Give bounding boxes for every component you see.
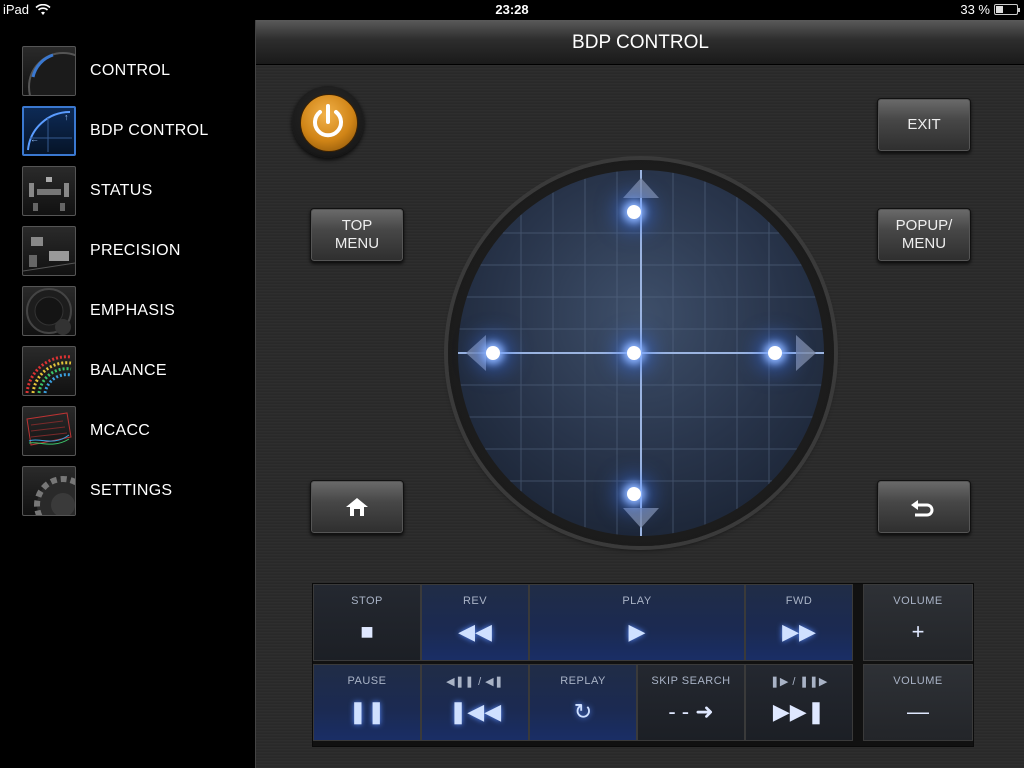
sidebar-item-label: BALANCE xyxy=(90,362,167,379)
sidebar-item-label: BDP CONTROL xyxy=(90,122,209,139)
sidebar-item-label: PRECISION xyxy=(90,242,181,259)
popup-menu-label: POPUP/ MENU xyxy=(895,217,953,252)
return-button[interactable] xyxy=(877,480,971,534)
volume-up-button[interactable]: VOLUME + xyxy=(863,584,973,661)
battery-fill xyxy=(996,6,1003,13)
dpad-down[interactable] xyxy=(627,487,641,501)
dpad-up[interactable] xyxy=(627,205,641,219)
sidebar: CONTROL ↑ ← BDP CONTROL STATUS PRECISION … xyxy=(0,20,255,768)
dpad-enter[interactable] xyxy=(627,346,641,360)
volume-down-button[interactable]: VOLUME — xyxy=(863,664,973,741)
dpad-left[interactable] xyxy=(486,346,500,360)
title-bar: BDP CONTROL xyxy=(256,20,1024,65)
control-knob-icon xyxy=(22,46,76,96)
balance-meter-icon xyxy=(22,346,76,396)
top-menu-button[interactable]: TOP MENU xyxy=(310,208,404,262)
play-icon: ▶ xyxy=(628,619,646,644)
rev-button[interactable]: REV ◀◀ xyxy=(421,584,529,661)
power-icon xyxy=(313,104,343,138)
plus-icon: + xyxy=(911,619,925,644)
volume-down-label: VOLUME xyxy=(893,675,943,687)
sidebar-item-label: SETTINGS xyxy=(90,482,173,499)
sidebar-item-label: CONTROL xyxy=(90,62,171,79)
right-arrow-icon[interactable] xyxy=(796,335,816,371)
sidebar-item-label: EMPHASIS xyxy=(90,302,176,319)
transport-controls: STOP ■ REV ◀◀ PLAY ▶ FWD ▶▶ VOLUME + PAU… xyxy=(312,583,974,747)
top-menu-label: TOP MENU xyxy=(334,217,380,252)
left-arrow-icon[interactable] xyxy=(466,335,486,371)
replay-icon: ↻ xyxy=(573,699,593,724)
step-forward-label: ❚▶ / ❚❚▶ xyxy=(770,676,828,688)
sidebar-item-bdp-control[interactable]: ↑ ← BDP CONTROL xyxy=(22,105,252,157)
step-back-button[interactable]: ◀❚❚ / ◀❚ ❚◀◀ xyxy=(421,664,529,741)
sidebar-item-precision[interactable]: PRECISION xyxy=(22,225,252,277)
direction-pad[interactable] xyxy=(448,160,834,546)
battery-percent: 33 % xyxy=(960,2,990,17)
svg-text:↑: ↑ xyxy=(64,112,69,122)
sidebar-item-emphasis[interactable]: EMPHASIS xyxy=(22,285,252,337)
stop-label: STOP xyxy=(351,595,383,607)
up-arrow-icon[interactable] xyxy=(623,178,659,198)
dpad-right[interactable] xyxy=(768,346,782,360)
minus-icon: — xyxy=(907,699,929,724)
step-back-label: ◀❚❚ / ◀❚ xyxy=(446,676,504,688)
home-button[interactable] xyxy=(310,480,404,534)
gear-icon xyxy=(22,466,76,516)
play-label: PLAY xyxy=(622,595,652,607)
status-time: 23:28 xyxy=(495,2,529,17)
skip-search-icon: - - ➜ xyxy=(668,699,714,724)
skip-back-icon: ❚◀◀ xyxy=(448,699,502,724)
replay-label: REPLAY xyxy=(560,675,606,687)
stop-icon: ■ xyxy=(360,619,374,644)
speaker-cone-icon xyxy=(22,286,76,336)
sidebar-item-balance[interactable]: BALANCE xyxy=(22,345,252,397)
pause-button[interactable]: PAUSE ❚❚ xyxy=(313,664,421,741)
down-arrow-icon[interactable] xyxy=(623,508,659,528)
sidebar-item-control[interactable]: CONTROL xyxy=(22,45,252,97)
battery-icon xyxy=(994,4,1020,15)
exit-button[interactable]: EXIT xyxy=(877,98,971,152)
skip-search-label: SKIP SEARCH xyxy=(651,675,731,687)
status-bar: iPad 23:28 33 % xyxy=(0,0,1024,20)
pause-icon: ❚❚ xyxy=(348,699,386,724)
fast-forward-icon: ▶▶ xyxy=(782,619,816,644)
sidebar-item-label: MCACC xyxy=(90,422,151,439)
mcacc-graph-icon xyxy=(22,406,76,456)
power-button[interactable] xyxy=(292,86,364,158)
rewind-icon: ◀◀ xyxy=(458,619,492,644)
return-arrow-icon xyxy=(911,500,934,517)
svg-text:←: ← xyxy=(30,134,39,144)
popup-menu-button[interactable]: POPUP/ MENU xyxy=(877,208,971,262)
fwd-label: FWD xyxy=(785,595,813,607)
bdp-control-panel: BDP CONTROL EXIT TOP MENU POPUP/ MENU ST… xyxy=(255,20,1024,768)
sidebar-item-settings[interactable]: SETTINGS xyxy=(22,465,252,517)
page-title: BDP CONTROL xyxy=(572,32,709,53)
home-icon xyxy=(346,498,368,516)
stop-button[interactable]: STOP ■ xyxy=(313,584,421,661)
volume-up-label: VOLUME xyxy=(893,595,943,607)
skip-forward-icon: ▶▶❚ xyxy=(772,699,826,724)
exit-button-label: EXIT xyxy=(907,116,941,133)
play-button[interactable]: PLAY ▶ xyxy=(529,584,745,661)
rev-label: REV xyxy=(462,595,488,607)
room-speakers-icon xyxy=(22,166,76,216)
sidebar-item-label: STATUS xyxy=(90,182,153,199)
sidebar-item-mcacc[interactable]: MCACC xyxy=(22,405,252,457)
skip-search-button[interactable]: SKIP SEARCH - - ➜ xyxy=(637,664,745,741)
pause-label: PAUSE xyxy=(347,675,387,687)
status-right: 33 % xyxy=(960,2,1020,17)
replay-button[interactable]: REPLAY ↻ xyxy=(529,664,637,741)
precision-room-icon xyxy=(22,226,76,276)
step-forward-button[interactable]: ❚▶ / ❚❚▶ ▶▶❚ xyxy=(745,664,853,741)
sidebar-item-status[interactable]: STATUS xyxy=(22,165,252,217)
fwd-button[interactable]: FWD ▶▶ xyxy=(745,584,853,661)
bdp-dial-icon: ↑ ← xyxy=(22,106,76,156)
